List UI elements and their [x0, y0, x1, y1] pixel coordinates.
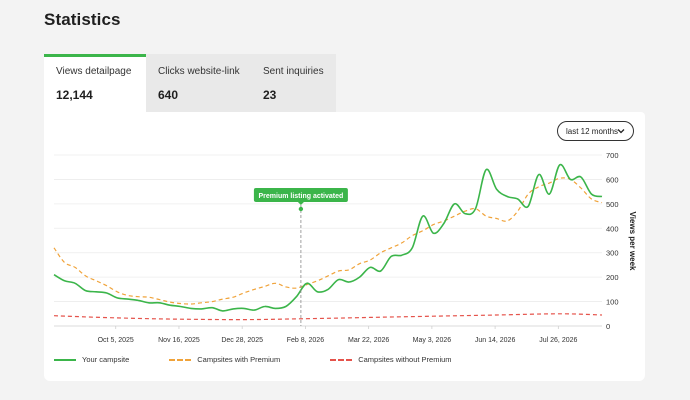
x-tick-label: Mar 22, 2026	[348, 337, 389, 344]
x-tick-label: Jul 26, 2026	[539, 337, 577, 344]
annotation-dot	[298, 206, 304, 212]
series-line-your-campsite	[53, 163, 603, 312]
x-tick-label: Dec 28, 2025	[221, 337, 263, 344]
x-axis-ticks: Oct 5, 2025 Nov 16, 2025 Dec 28, 2025 Feb 8…	[98, 337, 578, 344]
y-tick-label: 100	[606, 298, 619, 307]
y-axis-label: Views per week	[628, 212, 637, 272]
y-tick-label: 0	[606, 322, 610, 331]
legend-swatch	[330, 358, 353, 361]
legend-swatch	[54, 358, 76, 361]
legend-label: Campsites without Premium	[358, 355, 452, 364]
legend-swatch	[169, 358, 192, 361]
legend-item-without-premium[interactable]: Campsites without Premium	[330, 355, 452, 364]
legend-item-with-premium[interactable]: Campsites with Premium	[169, 355, 280, 364]
x-tick-label: May 3, 2026	[413, 337, 452, 344]
y-axis-ticks: 0 100 200 300 400 500 600 700	[606, 151, 619, 331]
chart-grid	[54, 154, 602, 329]
x-tick-label: Nov 16, 2025	[158, 337, 200, 344]
chart-legend: Your campsite Campsites with Premium Cam…	[54, 355, 492, 364]
y-tick-label: 200	[606, 273, 619, 282]
x-tick-label: Jun 14, 2026	[475, 337, 516, 344]
legend-label: Your campsite	[82, 355, 130, 364]
y-tick-label: 500	[606, 200, 619, 209]
series-line-campsites-without-premium	[53, 313, 603, 321]
x-tick-label: Oct 5, 2025	[98, 337, 134, 344]
x-tick-label: Feb 8, 2026	[287, 337, 324, 344]
y-tick-label: 400	[606, 224, 619, 233]
premium-annotation: Premium listing activated	[253, 188, 348, 326]
annotation-label: Premium listing activated	[258, 193, 343, 200]
views-chart: 0 100 200 300 400 500 600 700 Views per week Oc…	[53, 151, 637, 344]
y-tick-label: 700	[606, 151, 619, 160]
y-tick-label: 600	[606, 175, 619, 184]
legend-item-your-campsite[interactable]: Your campsite	[54, 355, 129, 364]
chart-series	[53, 163, 603, 321]
y-tick-label: 300	[606, 249, 619, 258]
legend-label: Campsites with Premium	[197, 355, 281, 364]
